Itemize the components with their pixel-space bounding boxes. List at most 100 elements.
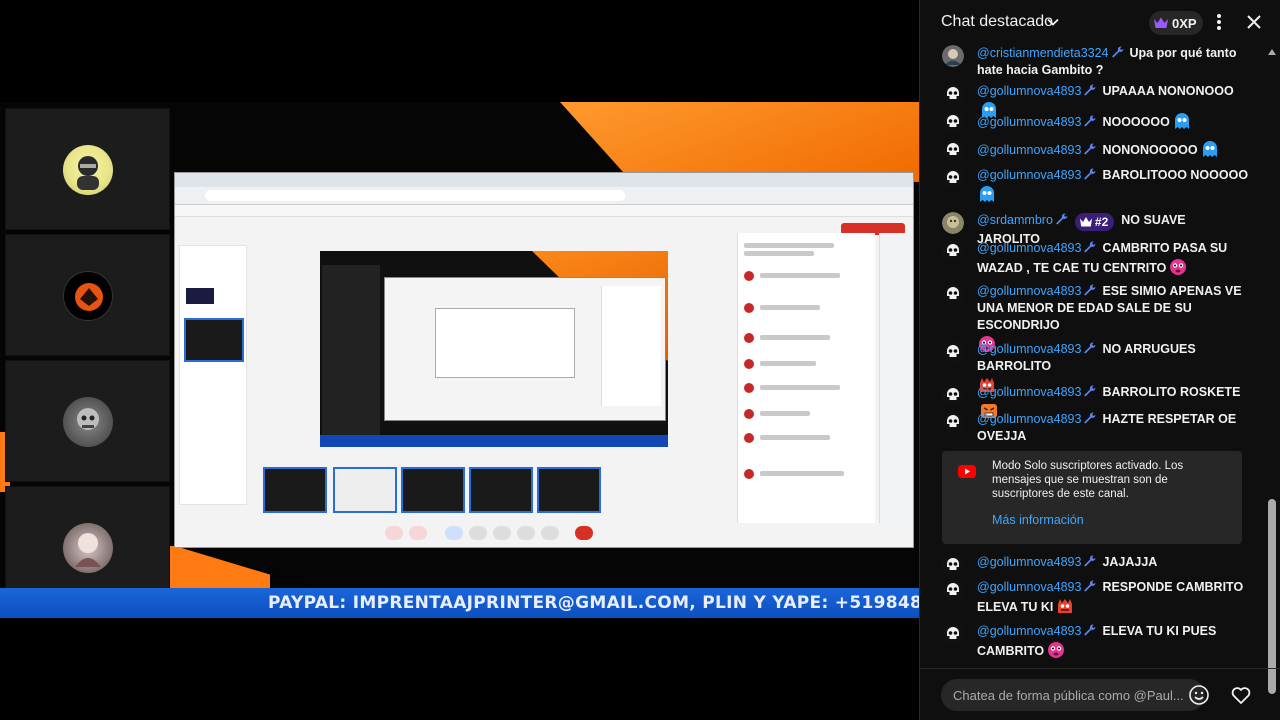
scroll-thumb[interactable] (1268, 499, 1276, 694)
xp-label: 0XP (1172, 15, 1197, 31)
wrench-icon (1084, 241, 1096, 253)
xp-badge[interactable]: 0XP (1149, 11, 1203, 35)
skull-avatar (942, 384, 964, 406)
message-author[interactable]: @gollumnova4893 (977, 342, 1081, 356)
skull-avatar (942, 83, 964, 105)
blue-ghost-emote (1202, 141, 1217, 157)
meet-sidebar (179, 245, 247, 505)
subscribers-only-notice: Modo Solo suscriptores activado. Los men… (942, 451, 1242, 544)
close-icon[interactable] (1244, 12, 1264, 32)
skull-avatar (942, 341, 964, 363)
user-avatar (942, 212, 964, 234)
heart-icon[interactable] (1229, 683, 1253, 707)
crown-icon (1154, 17, 1168, 28)
meet-rail (879, 233, 913, 523)
donation-ticker: PAYPAL: IMPRENTAAJPRINTER@GMAIL.COM, PLI… (0, 588, 919, 618)
participant-tile (5, 360, 170, 482)
nested-screen (384, 277, 666, 421)
crown-icon (1079, 217, 1092, 227)
wrench-icon (1055, 213, 1068, 225)
browser-tabbar (175, 173, 913, 187)
chat-input[interactable] (941, 679, 1205, 711)
chat-input-bar (920, 668, 1280, 720)
wrench-icon (1084, 624, 1096, 636)
orange-decoration-top (560, 102, 919, 182)
participant-avatar (63, 145, 113, 195)
blue-ghost-emote (1174, 113, 1189, 129)
ticker-text: PAYPAL: IMPRENTAAJPRINTER@GMAIL.COM, PLI… (268, 593, 919, 613)
pink-creature-emote (1048, 642, 1065, 658)
message-author[interactable]: @gollumnova4893 (977, 580, 1081, 594)
meet-stage (320, 251, 668, 447)
participant-avatar (63, 271, 113, 321)
message-author[interactable]: @gollumnova4893 (977, 84, 1081, 98)
blue-ghost-emote (980, 186, 994, 202)
message-text: UPAAAA NONONOOO (1102, 84, 1234, 98)
participant-tile (5, 108, 170, 230)
wrench-icon (1084, 385, 1096, 397)
message-author[interactable]: @cristianmendieta3324 (977, 46, 1109, 60)
message-author[interactable]: @gollumnova4893 (977, 115, 1081, 129)
skull-avatar (942, 623, 964, 645)
rank-badge: #2 (1074, 213, 1115, 231)
message-text: JAJAJJA (1102, 555, 1158, 569)
more-info-link[interactable]: Más información (992, 513, 1084, 527)
youtube-icon (958, 465, 976, 478)
video-player[interactable]: PAYPAL: IMPRENTAAJPRINTER@GMAIL.COM, PLI… (0, 0, 919, 720)
skull-avatar (942, 111, 964, 133)
skull-avatar (942, 240, 964, 262)
rank-label: #2 (1094, 214, 1109, 229)
wrench-icon (1084, 84, 1096, 96)
chat-message-list[interactable]: @cristianmendieta3324 Upa por qué tanto h… (920, 45, 1268, 670)
live-chat-panel: Chat destacado 0XP @cristianmendieta3324… (919, 0, 1280, 720)
red-monster-emote (1058, 599, 1073, 613)
notice-text: Modo Solo suscriptores activado. Los men… (992, 460, 1184, 500)
message-author[interactable]: @gollumnova4893 (977, 385, 1081, 399)
message-author[interactable]: @gollumnova4893 (977, 168, 1081, 182)
wrench-icon (1084, 143, 1096, 155)
participant-avatar (63, 397, 113, 447)
message-text: BAROLITOOO NOOOOO (1102, 168, 1249, 182)
message-author[interactable]: @gollumnova4893 (977, 284, 1081, 298)
scroll-up-arrow[interactable] (1268, 49, 1276, 55)
wrench-icon (1084, 168, 1096, 180)
wrench-icon (1084, 412, 1096, 424)
meet-chat-panel (737, 233, 875, 523)
wrench-icon (1084, 284, 1096, 296)
emoji-icon[interactable] (1188, 684, 1210, 706)
message-author[interactable]: @gollumnova4893 (977, 555, 1081, 569)
pink-creature-emote (1170, 259, 1187, 275)
browser-bookmarks (175, 205, 913, 217)
skull-avatar (942, 167, 964, 189)
message-author[interactable]: @gollumnova4893 (977, 624, 1081, 638)
chat-mode-selector[interactable]: Chat destacado (941, 13, 1053, 31)
participant-avatar (63, 523, 113, 573)
message-author[interactable]: @gollumnova4893 (977, 241, 1081, 255)
skull-avatar (942, 579, 964, 601)
message-text: NONONOOOOO (1102, 143, 1198, 157)
wrench-icon (1084, 555, 1096, 567)
chevron-down-icon[interactable] (1046, 15, 1060, 29)
wrench-icon (1084, 342, 1096, 354)
skull-avatar (942, 139, 964, 161)
message-text: BARROLITO ROSKETE (1102, 385, 1241, 399)
user-avatar (942, 45, 964, 67)
chat-scrollbar[interactable] (1266, 45, 1278, 694)
meet-thumbnails (263, 467, 608, 513)
more-vert-icon[interactable] (1208, 10, 1230, 34)
skull-avatar (942, 411, 964, 433)
wrench-icon (1084, 580, 1096, 592)
message-author[interactable]: @srdammbro (977, 213, 1053, 227)
skull-avatar (942, 283, 964, 305)
stream-frame (0, 102, 919, 618)
message-author[interactable]: @gollumnova4893 (977, 143, 1081, 157)
participant-column (5, 108, 170, 608)
wrench-icon (1084, 115, 1096, 127)
chat-header: Chat destacado 0XP (920, 0, 1280, 45)
wrench-icon (1111, 46, 1124, 58)
skull-avatar (942, 554, 964, 576)
meet-toolbar (385, 523, 685, 543)
shared-screen (174, 172, 914, 548)
message-author[interactable]: @gollumnova4893 (977, 412, 1081, 426)
scroll-down-arrow[interactable] (1268, 656, 1276, 662)
